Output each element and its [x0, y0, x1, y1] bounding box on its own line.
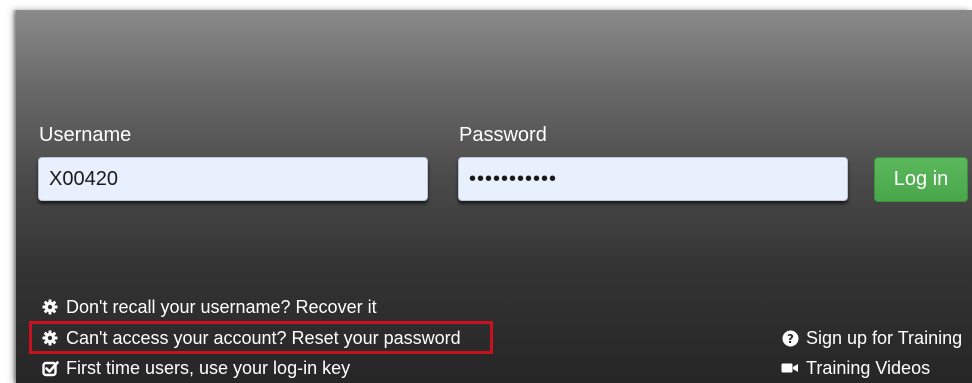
first-time-login-key-link[interactable]: First time users, use your log-in key [41, 357, 350, 379]
training-signup-label: Sign up for Training [806, 328, 963, 348]
recover-username-label: Don't recall your username? Recover it [66, 297, 377, 317]
training-videos-label: Training Videos [806, 358, 931, 378]
username-input[interactable] [38, 157, 428, 201]
gear-icon [41, 298, 59, 316]
training-signup-link[interactable]: ? Sign up for Training [781, 327, 962, 349]
video-camera-icon [781, 359, 799, 377]
password-input[interactable] [458, 157, 848, 201]
svg-text:?: ? [787, 332, 794, 346]
username-label: Username [39, 124, 132, 146]
training-videos-link[interactable]: Training Videos [781, 357, 930, 379]
check-square-icon [41, 359, 59, 377]
question-circle-icon: ? [781, 329, 799, 347]
password-label: Password [459, 124, 547, 146]
login-button[interactable]: Log in [874, 157, 968, 202]
reset-password-highlight [29, 321, 493, 354]
first-time-login-key-label: First time users, use your log-in key [66, 358, 351, 378]
recover-username-link[interactable]: Don't recall your username? Recover it [41, 296, 377, 318]
